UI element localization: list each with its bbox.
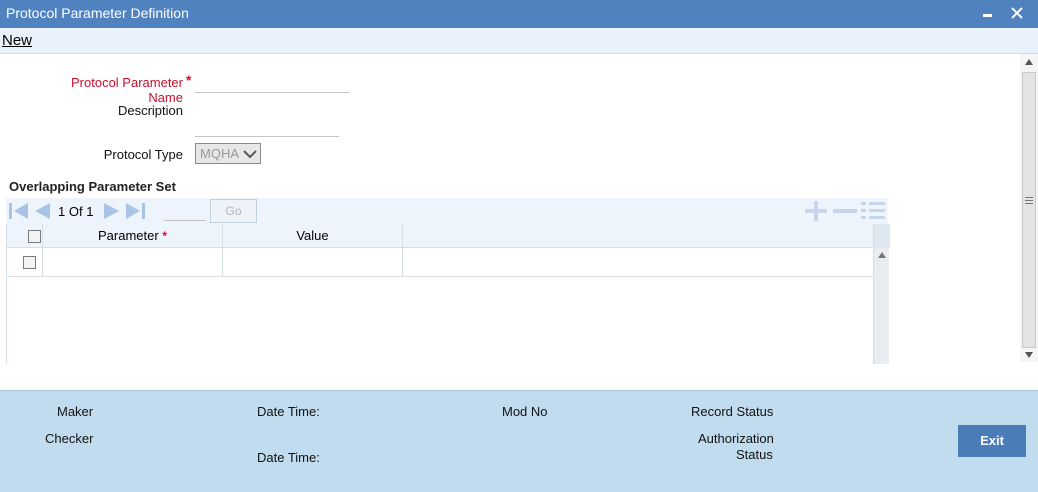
new-link[interactable]: New (2, 32, 32, 49)
grid-header: Parameter * Value (7, 224, 873, 248)
close-icon[interactable] (1006, 2, 1028, 24)
scroll-up-icon[interactable] (878, 252, 886, 258)
parameter-grid: Parameter * Value (6, 224, 890, 364)
description-label: Description (117, 103, 183, 118)
maker-date-time-label: Date Time: (257, 404, 320, 419)
protocol-parameter-name-label: Protocol Parameter Name (71, 75, 183, 105)
row-checkbox[interactable] (23, 256, 36, 269)
parameter-cell[interactable] (43, 248, 223, 277)
exit-button[interactable]: Exit (958, 425, 1026, 457)
next-page-icon[interactable] (102, 201, 122, 221)
view-rows-icon[interactable] (860, 201, 886, 221)
checker-label: Checker (45, 431, 94, 446)
grip-icon (1025, 197, 1033, 204)
checker-date-time-label: Date Time: (257, 450, 320, 465)
add-row-icon[interactable] (804, 201, 828, 221)
protocol-parameter-name-input[interactable] (195, 73, 350, 93)
protocol-type-select[interactable]: MQHA (195, 143, 261, 164)
authorization-label: Authorization (698, 431, 774, 446)
audit-footer: Maker Checker Date Time: Date Time: Mod … (0, 390, 1038, 492)
grid-scrollbar-header (874, 224, 890, 248)
column-header-parameter[interactable]: Parameter * (43, 224, 223, 248)
go-button[interactable]: Go (210, 199, 257, 223)
column-header-value[interactable]: Value (223, 224, 403, 248)
section-title: Overlapping Parameter Set (9, 179, 176, 194)
mod-no-label: Mod No (502, 404, 548, 419)
table-row (7, 248, 873, 277)
required-mark: * (186, 72, 192, 88)
select-all-cell (7, 224, 43, 248)
description-input[interactable] (195, 117, 339, 137)
first-page-icon[interactable] (8, 201, 30, 221)
scroll-up-icon[interactable] (1025, 59, 1033, 65)
chevron-down-icon (243, 150, 257, 159)
minimize-icon[interactable] (976, 2, 998, 24)
authorization-status-label: Status (736, 447, 773, 462)
window-title: Protocol Parameter Definition (6, 5, 189, 21)
scroll-thumb[interactable] (1022, 72, 1036, 348)
grid-scrollbar[interactable] (873, 224, 890, 364)
protocol-type-label: Protocol Type (103, 147, 183, 162)
title-bar: Protocol Parameter Definition (0, 0, 1038, 28)
page-indicator: 1 Of 1 (58, 204, 94, 219)
menu-bar: New (0, 28, 1038, 54)
maker-label: Maker (57, 404, 94, 419)
main-scrollbar[interactable] (1020, 54, 1038, 362)
value-cell[interactable] (223, 248, 403, 277)
select-all-checkbox[interactable] (28, 230, 41, 243)
previous-page-icon[interactable] (32, 201, 52, 221)
record-status-label: Record Status (691, 404, 774, 419)
protocol-type-value: MQHA (200, 146, 239, 161)
page-number-input[interactable] (164, 202, 206, 221)
delete-row-icon[interactable] (832, 201, 858, 221)
scroll-down-icon[interactable] (1025, 352, 1033, 358)
last-page-icon[interactable] (124, 201, 146, 221)
grid-pager: 1 Of 1 Go (6, 198, 888, 224)
row-select-cell (7, 248, 43, 277)
